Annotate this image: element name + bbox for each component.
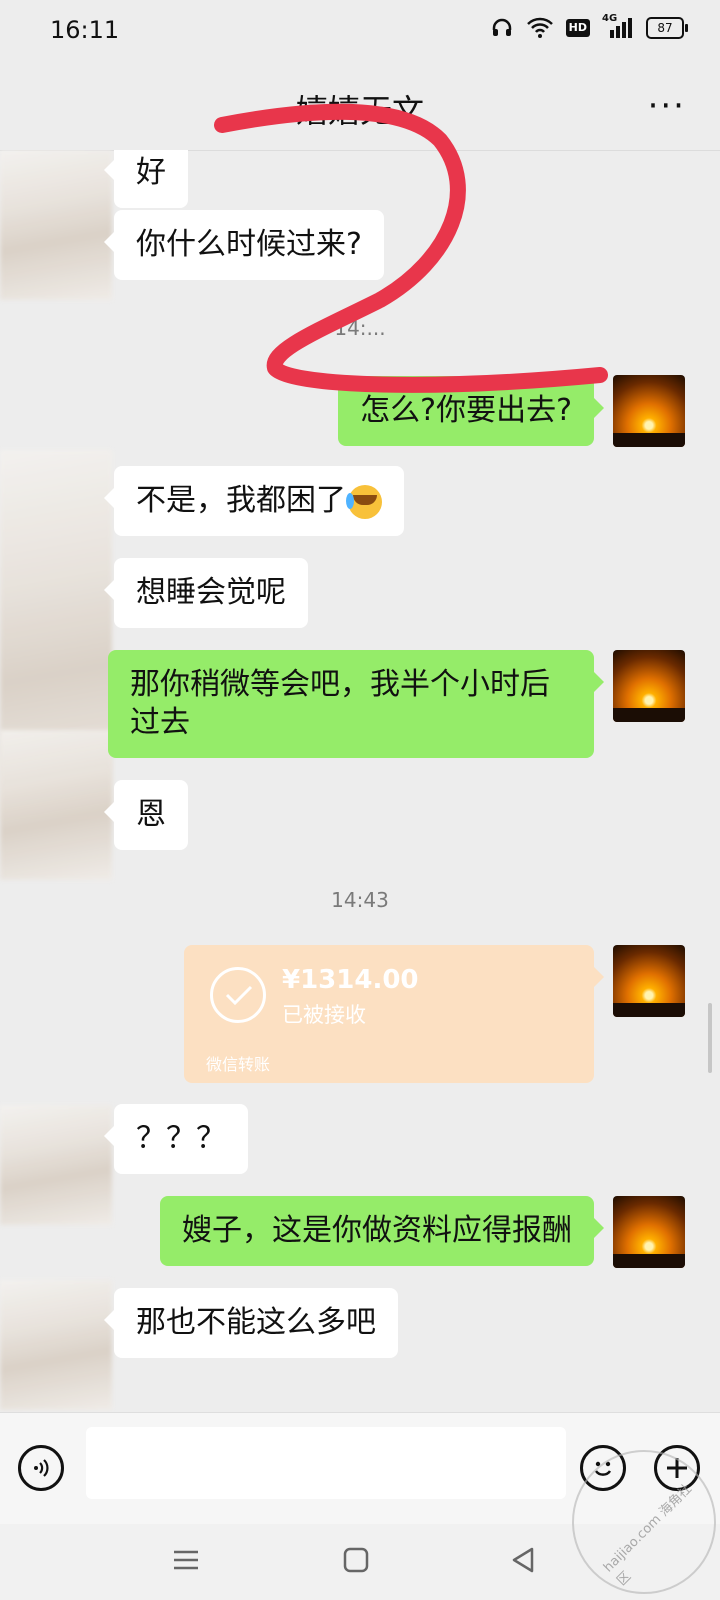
incoming-message[interactable]: 那也不能这么多吧 (104, 1288, 398, 1358)
status-bar: 16:11 HD 4G 87 (0, 0, 720, 64)
scrollbar[interactable] (708, 1003, 712, 1073)
chat-title: 嬉嬉无文 (295, 92, 424, 130)
cellular-signal-icon: 4G (602, 13, 634, 40)
transfer-amount: ¥1314.00 (282, 965, 419, 995)
my-avatar[interactable] (613, 1196, 685, 1268)
watermark-logo: haijiao.com 海角社区 (572, 1450, 716, 1594)
timestamp: 14:... (334, 316, 386, 340)
outgoing-message[interactable]: 怎么?你要出去? (338, 376, 604, 446)
incoming-message[interactable]: 不是，我都困了 (104, 466, 404, 536)
check-icon (210, 967, 266, 1023)
message-input[interactable] (86, 1427, 566, 1499)
my-avatar[interactable] (613, 650, 685, 722)
hd-badge: HD (565, 19, 590, 37)
contact-avatar[interactable] (0, 730, 112, 880)
battery-icon: 87 (646, 17, 688, 39)
incoming-message[interactable]: 你什么时候过来? (104, 210, 384, 280)
wechat-transfer-card[interactable]: ¥1314.00 已被接收 微信转账 (184, 945, 604, 1083)
wifi-icon (526, 17, 553, 38)
transfer-label: 微信转账 (206, 1055, 271, 1074)
my-avatar[interactable] (613, 945, 685, 1017)
message-text: 不是，我都困了 (136, 483, 346, 518)
headset-icon (492, 18, 511, 36)
incoming-message[interactable]: 恩 (104, 780, 188, 850)
back-icon[interactable] (508, 1544, 540, 1576)
contact-avatar[interactable] (0, 150, 112, 300)
clock: 16:11 (50, 16, 120, 44)
outgoing-message[interactable]: 那你稍微等会吧，我半个小时后过去 (108, 650, 604, 758)
voice-input-button[interactable] (18, 1445, 64, 1491)
menu-icon[interactable] (170, 1544, 202, 1576)
incoming-message[interactable]: 好 (104, 150, 188, 208)
voice-icon (34, 1459, 49, 1477)
crying-laughing-emoji-icon (346, 484, 382, 519)
outgoing-message[interactable]: 嫂子，这是你做资料应得报酬 (160, 1196, 604, 1266)
status-icons: HD 4G 87 (490, 13, 688, 40)
contact-avatar[interactable] (0, 1105, 112, 1225)
contact-avatar[interactable] (0, 1280, 112, 1410)
more-options-button[interactable]: ··· (648, 86, 686, 126)
home-icon[interactable] (340, 1544, 372, 1576)
incoming-message[interactable]: ？？？ (104, 1104, 248, 1174)
incoming-message[interactable]: 想睡会觉呢 (104, 558, 308, 628)
chat-header: 嬉嬉无文 ··· (0, 64, 720, 151)
my-avatar[interactable] (613, 375, 685, 447)
transfer-status: 已被接收 (282, 1003, 366, 1027)
timestamp: 14:43 (331, 888, 389, 912)
message-list[interactable]: 好 你什么时候过来? 14:... 怎么?你要出去? 不是，我都困了 想睡会觉呢… (0, 150, 720, 1412)
